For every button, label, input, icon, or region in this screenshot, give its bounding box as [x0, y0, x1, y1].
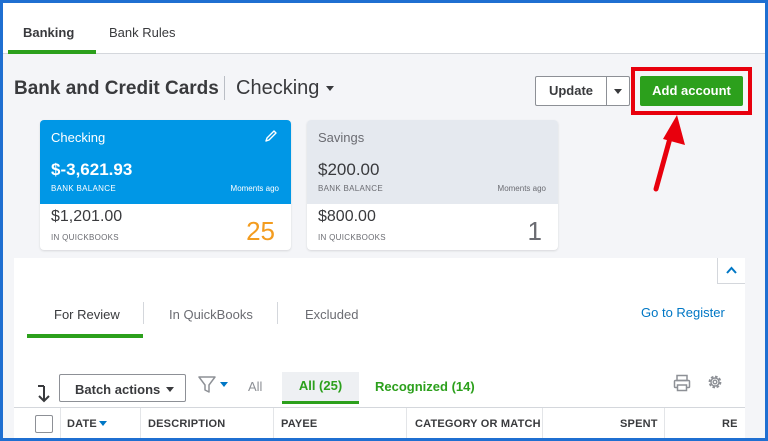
card-pending-count: 25 [246, 216, 275, 246]
filter-all-count-tab[interactable]: All (25) [282, 372, 359, 404]
column-description[interactable]: DESCRIPTION [148, 418, 225, 430]
sort-arrow-icon[interactable] [36, 384, 52, 404]
pencil-icon[interactable] [264, 129, 278, 143]
card-quickbooks-label: IN QUICKBOOKS [318, 233, 386, 242]
title-divider [224, 76, 225, 100]
collapse-cards-button[interactable] [717, 258, 745, 284]
card-bank-balance-label: BANK BALANCE [51, 184, 116, 193]
print-icon[interactable] [673, 374, 691, 392]
column-divider [406, 408, 407, 441]
go-to-register-link[interactable]: Go to Register [641, 305, 725, 320]
card-account-name: Checking [51, 130, 106, 145]
card-header: Checking $-3,621.93 BANK BALANCE Moments… [40, 120, 291, 204]
column-divider [273, 408, 274, 441]
tab-in-quickbooks[interactable]: In QuickBooks [169, 307, 253, 322]
chevron-down-icon [166, 387, 174, 392]
column-date[interactable]: DATE [67, 418, 97, 430]
tab-divider [143, 302, 144, 324]
filter-all[interactable]: All [248, 379, 262, 394]
column-payee[interactable]: PAYEE [281, 418, 317, 430]
tab-divider [277, 302, 278, 324]
column-spent[interactable]: SPENT [620, 418, 658, 430]
chevron-down-icon [614, 89, 622, 94]
column-category-or-match[interactable]: CATEGORY OR MATCH [415, 418, 541, 430]
select-all-checkbox[interactable] [35, 415, 53, 433]
gear-icon[interactable] [706, 373, 724, 391]
tab-excluded[interactable]: Excluded [305, 307, 358, 322]
top-tab-bar: Banking Bank Rules [3, 3, 765, 54]
card-bank-balance: $-3,621.93 [51, 160, 133, 179]
active-subtab-indicator [27, 334, 143, 338]
card-header: Savings $200.00 BANK BALANCE Moments ago [307, 120, 558, 204]
update-button-group: Update [535, 76, 630, 106]
update-menu-button[interactable] [607, 77, 629, 105]
filter-recognized-tab[interactable]: Recognized (14) [375, 379, 475, 394]
account-card-checking[interactable]: Checking $-3,621.93 BANK BALANCE Moments… [40, 120, 291, 250]
tab-for-review[interactable]: For Review [54, 307, 120, 322]
card-pending-count: 1 [527, 216, 542, 246]
filter-icon[interactable] [198, 376, 230, 394]
card-bank-balance: $200.00 [318, 160, 380, 179]
page-title: Bank and Credit Cards [14, 78, 219, 99]
column-divider [60, 408, 61, 441]
sort-down-icon[interactable] [99, 421, 107, 426]
update-button[interactable]: Update [536, 77, 606, 105]
account-card-savings[interactable]: Savings $200.00 BANK BALANCE Moments ago… [307, 120, 558, 250]
card-account-name: Savings [318, 130, 365, 145]
annotation-arrow-icon [653, 115, 685, 192]
column-divider [140, 408, 141, 441]
tab-banking[interactable]: Banking [23, 25, 74, 40]
card-quickbooks-balance: $1,201.00 [51, 208, 123, 225]
account-selector[interactable]: Checking [236, 77, 319, 100]
card-updated-time: Moments ago [230, 184, 279, 193]
card-quickbooks-balance: $800.00 [318, 208, 376, 225]
chevron-down-icon[interactable] [326, 86, 334, 91]
tab-bank-rules[interactable]: Bank Rules [109, 25, 175, 40]
column-divider [664, 408, 665, 441]
batch-actions-button[interactable]: Batch actions [59, 374, 186, 402]
column-divider [542, 408, 543, 441]
chevron-up-icon [726, 266, 737, 274]
column-received[interactable]: RE [722, 418, 738, 430]
active-tab-indicator [8, 50, 96, 54]
card-bank-balance-label: BANK BALANCE [318, 184, 383, 193]
card-quickbooks-label: IN QUICKBOOKS [51, 233, 119, 242]
add-account-button[interactable]: Add account [640, 76, 743, 106]
transactions-table-header: DATE DESCRIPTION PAYEE CATEGORY OR MATCH… [14, 407, 745, 441]
batch-actions-label: Batch actions [75, 382, 161, 397]
card-updated-time: Moments ago [497, 184, 546, 193]
